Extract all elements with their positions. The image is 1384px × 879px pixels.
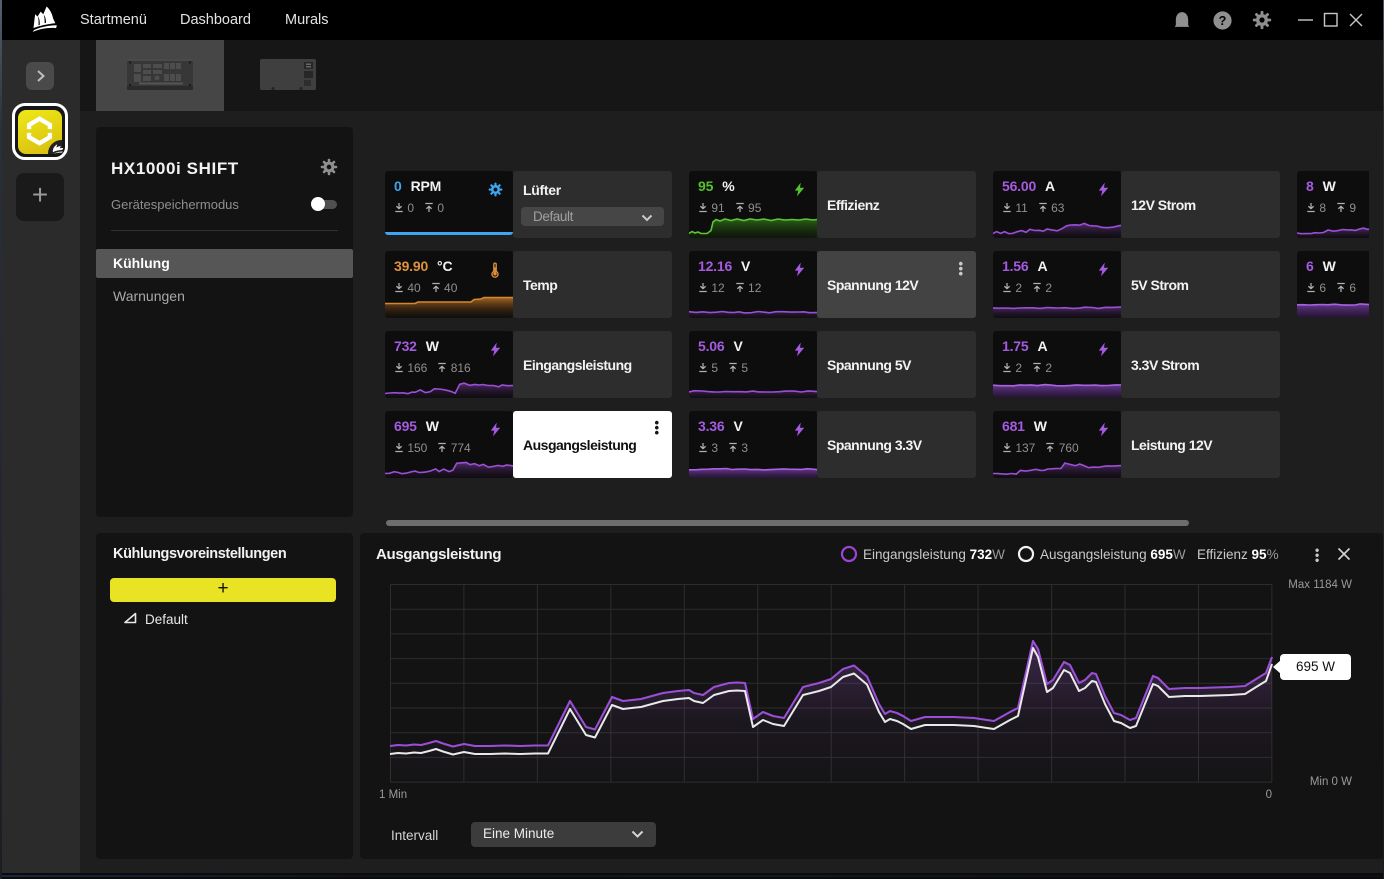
svg-text:?: ? xyxy=(1219,14,1227,28)
